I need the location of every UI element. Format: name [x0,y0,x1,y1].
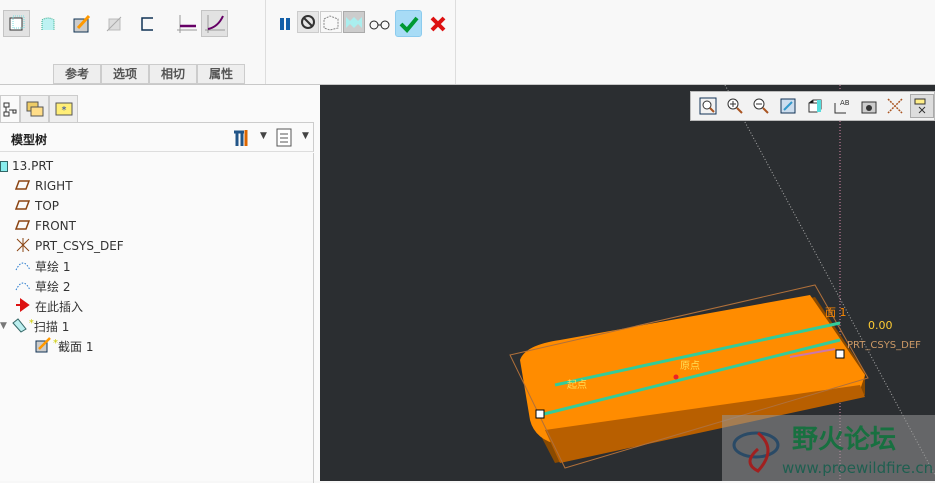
annotation-display-icon[interactable] [910,94,935,118]
section-label: 面 1 [825,306,847,319]
datum-plane-icon [14,199,31,214]
tree-settings-icon[interactable] [232,128,252,151]
insert-here-icon [15,297,31,315]
watermark-logo [732,431,780,473]
expand-triangle-icon[interactable]: ▼ [0,321,7,331]
tree-item-section-1[interactable]: *截面 1 [35,336,93,356]
thin-icon[interactable] [100,10,127,37]
extrude-solid-icon[interactable] [3,10,30,37]
csys-label: PRT_CSYS_DEF [847,340,921,351]
model-tree-panel: * 模型树 ▼ ▼ 13.PRT RIGHT TOP FRONT PRT_CSY… [0,85,320,483]
surface-icon[interactable] [34,10,61,37]
chevron-down-icon[interactable]: ▼ [302,131,309,141]
sketch-icon [15,258,31,275]
geometry-preview-icon[interactable] [320,11,342,33]
watermark: 野火论坛 www.proewildfire.cn [722,415,935,481]
tree-item-sketch-2[interactable]: 草绘 2 [15,276,70,296]
tab-tangency[interactable]: 相切 [149,64,197,84]
dimension-value[interactable]: 0.00 [868,319,893,332]
tree-item-part[interactable]: 13.PRT [0,156,53,176]
constant-section-icon[interactable] [173,10,200,37]
tree-item-csys[interactable]: PRT_CSYS_DEF [15,236,124,256]
tab-references[interactable]: 参考 [53,64,101,84]
origin-label: 原点 [680,361,700,372]
watermark-url: www.proewildfire.cn [782,459,934,477]
glasses-icon[interactable] [366,10,393,37]
refit-icon[interactable] [696,94,720,118]
profile-icon[interactable] [133,10,160,37]
datum-plane-icon [14,219,31,234]
no-preview-icon[interactable] [297,11,319,33]
csys-icon [15,237,31,256]
saved-views-icon[interactable]: AB [830,94,854,118]
ok-icon[interactable] [395,10,422,37]
repaint-icon[interactable] [776,94,800,118]
view-toolbar: AB [690,91,935,121]
model-tree-tab[interactable] [0,95,20,123]
folder-browser-tab[interactable] [20,95,49,123]
attach-preview-icon[interactable] [343,11,365,33]
sweep-icon [11,317,29,336]
ribbon: 参考 选项 相切 属性 [0,0,935,85]
graphics-viewport[interactable]: 面 1 0.00 PRT_CSYS_DEF 原点 起点 AB 野火论坛 www.… [320,85,935,481]
svg-text:AB: AB [840,99,850,107]
tab-properties[interactable]: 属性 [197,64,245,84]
sketch-icon [15,278,31,295]
tree-item-insert-here[interactable]: 在此插入 [15,296,83,316]
tree-item-right[interactable]: RIGHT [14,176,73,196]
datum-plane-icon [14,179,31,194]
tree-item-sweep-1[interactable]: ▼ *扫描 1 [0,316,69,336]
start-label: 起点 [567,380,587,391]
watermark-title: 野火论坛 [792,425,897,455]
tree-item-front[interactable]: FRONT [14,216,76,236]
sketch-edit-icon[interactable] [68,10,95,37]
favorites-tab[interactable]: * [49,95,78,123]
chevron-down-icon[interactable]: ▼ [260,131,267,141]
datum-display-icon[interactable] [883,94,907,118]
pause-icon[interactable] [271,10,298,37]
tree-item-top[interactable]: TOP [14,196,59,216]
cancel-icon[interactable] [424,10,451,37]
tab-options[interactable]: 选项 [101,64,149,84]
section-icon [35,336,53,356]
view-manager-icon[interactable] [857,94,881,118]
part-icon [0,160,8,172]
zoom-in-icon[interactable] [723,94,747,118]
svg-text:*: * [61,105,66,116]
variable-section-icon[interactable] [201,10,228,37]
show-columns-icon[interactable] [276,128,292,151]
zoom-out-icon[interactable] [750,94,774,118]
display-style-icon[interactable] [803,94,827,118]
tree-item-sketch-1[interactable]: 草绘 1 [15,256,70,276]
model-tree-title: 模型树 [11,133,48,147]
